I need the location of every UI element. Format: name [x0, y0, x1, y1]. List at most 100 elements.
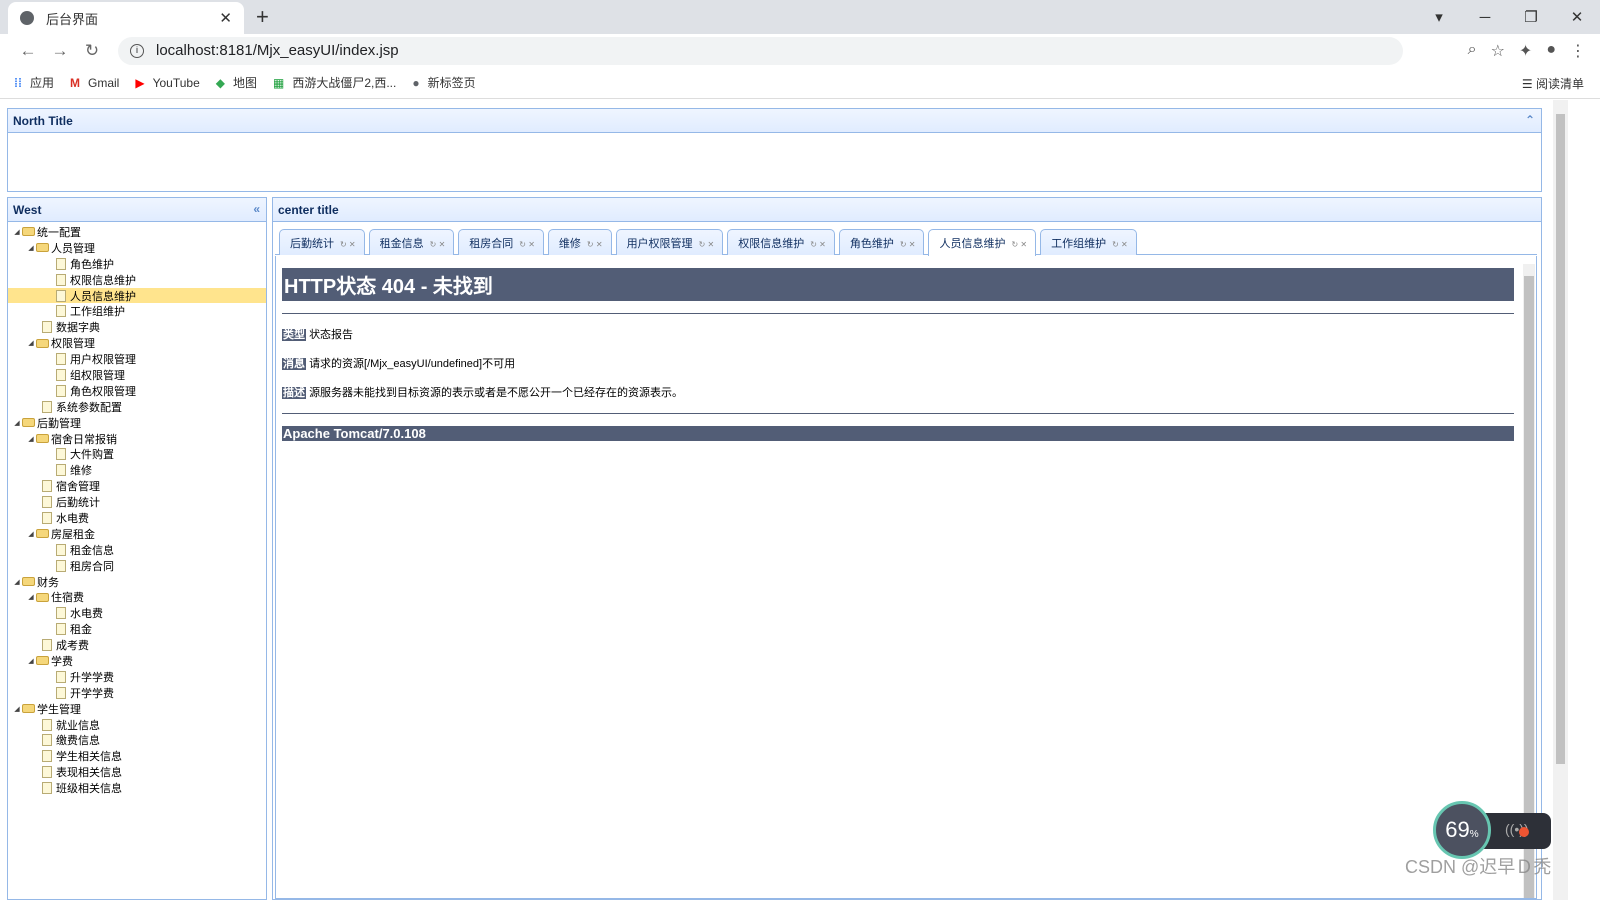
tree-node[interactable]: 缴费信息	[8, 733, 266, 749]
tree-node[interactable]: 用户权限管理	[8, 351, 266, 367]
profile-icon[interactable]: ●	[1546, 41, 1556, 61]
bookmark-label: 应用	[30, 76, 55, 90]
tab[interactable]: 权限信息维护 ↻ ✕	[727, 229, 835, 255]
tree-node[interactable]: 班级相关信息	[8, 780, 266, 796]
reading-list[interactable]: ☰ 阅读清单	[1522, 75, 1584, 92]
url-text[interactable]: localhost:8181/Mjx_easyUI/index.jsp	[156, 42, 399, 59]
tree-node[interactable]: ◢ 权限管理	[8, 335, 266, 351]
tree-node[interactable]: ◢ 宿舍日常报销	[8, 431, 266, 447]
wifi-off-icon: ((•))	[1505, 821, 1529, 837]
expand-arrow-icon[interactable]: ◢	[12, 578, 22, 586]
new-tab-button[interactable]: +	[256, 4, 269, 30]
tree-node-label: 水电费	[56, 512, 89, 525]
tree-node[interactable]: ◢ 统一配置	[8, 224, 266, 240]
collapse-up-icon[interactable]: ⌃	[1525, 113, 1535, 127]
tree-node[interactable]: 升学学费	[8, 669, 266, 685]
tab-refresh-close-icons[interactable]: ↻ ✕	[340, 240, 356, 249]
tree-node[interactable]: 就业信息	[8, 717, 266, 733]
tab-refresh-close-icons[interactable]: ↻ ✕	[1112, 240, 1128, 249]
tree-node[interactable]: ◢ 后勤管理	[8, 415, 266, 431]
expand-arrow-icon[interactable]: ◢	[26, 530, 36, 538]
close-tab-icon[interactable]: ✕	[219, 9, 232, 27]
tree-node[interactable]: 成考费	[8, 637, 266, 653]
forward-button[interactable]: →	[44, 41, 76, 61]
tree-node[interactable]: 开学学费	[8, 685, 266, 701]
expand-arrow-icon[interactable]: ◢	[12, 705, 22, 713]
globe-icon	[20, 11, 34, 25]
tab-refresh-close-icons[interactable]: ↻ ✕	[900, 240, 916, 249]
tab-refresh-close-icons[interactable]: ↻ ✕	[699, 240, 715, 249]
restore-button[interactable]: ❐	[1508, 8, 1554, 26]
tab-search-icon[interactable]: ▾	[1416, 8, 1462, 26]
expand-arrow-icon[interactable]: ◢	[26, 435, 36, 443]
tab-refresh-close-icons[interactable]: ↻ ✕	[587, 240, 603, 249]
minimize-button[interactable]: ─	[1462, 9, 1508, 26]
tree-node[interactable]: ◢ 房屋租金	[8, 526, 266, 542]
tab[interactable]: 用户权限管理 ↻ ✕	[615, 229, 724, 255]
zoom-icon[interactable]: ⌕	[1468, 41, 1477, 61]
tab[interactable]: 工作组维护 ↻ ✕	[1040, 229, 1137, 255]
bookmark-gmail[interactable]: M Gmail	[70, 76, 119, 90]
tree-node[interactable]: 大件购置	[8, 446, 266, 462]
tree-node-label: 统一配置	[37, 226, 81, 239]
reload-button[interactable]: ↻	[76, 41, 108, 61]
back-button[interactable]: ←	[12, 41, 44, 61]
expand-arrow-icon[interactable]: ◢	[26, 339, 36, 347]
tree-node[interactable]: ◢ 财务	[8, 574, 266, 590]
extensions-icon[interactable]: ✦	[1519, 41, 1532, 61]
expand-arrow-icon[interactable]: ◢	[26, 657, 36, 665]
tree-node[interactable]: 组权限管理	[8, 367, 266, 383]
bookmark-star-icon[interactable]: ☆	[1491, 41, 1505, 61]
tree-node[interactable]: ◢ 学生管理	[8, 701, 266, 717]
bookmark-game[interactable]: ▦ 西游大战僵尸2,西...	[273, 74, 396, 91]
tab[interactable]: 租房合同 ↻ ✕	[458, 229, 544, 255]
tree-node[interactable]: 水电费	[8, 605, 266, 621]
tree-node[interactable]: ◢ 住宿费	[8, 589, 266, 605]
expand-arrow-icon[interactable]: ◢	[26, 244, 36, 252]
bookmark-maps[interactable]: ◆ 地图	[216, 74, 257, 91]
tree-node[interactable]: 租房合同	[8, 558, 266, 574]
tree-node[interactable]: 水电费	[8, 510, 266, 526]
tab-refresh-close-icons[interactable]: ↻ ✕	[810, 240, 826, 249]
tree-node[interactable]: 权限信息维护	[8, 272, 266, 288]
address-bar[interactable]: i localhost:8181/Mjx_easyUI/index.jsp	[118, 36, 1403, 65]
info-icon[interactable]: i	[130, 43, 144, 58]
tab[interactable]: 人员信息维护 ↻ ✕	[928, 229, 1037, 256]
tab[interactable]: 维修 ↻ ✕	[547, 229, 612, 255]
tree-node[interactable]: 学生相关信息	[8, 748, 266, 764]
tree-node[interactable]: 角色维护	[8, 256, 266, 272]
tree-node[interactable]: ◢ 学费	[8, 653, 266, 669]
tree-node[interactable]: 角色权限管理	[8, 383, 266, 399]
tree-node[interactable]: 系统参数配置	[8, 399, 266, 415]
tab-refresh-close-icons[interactable]: ↻ ✕	[430, 240, 446, 249]
tab[interactable]: 后勤统计 ↻ ✕	[279, 229, 365, 255]
tree-node[interactable]: 人员信息维护	[8, 287, 266, 304]
browser-tab[interactable]: 后台界面 ✕	[8, 2, 244, 34]
tree-node[interactable]: 租金信息	[8, 542, 266, 558]
tree-node-label: 人员管理	[51, 242, 95, 255]
tree-node[interactable]: ◢ 人员管理	[8, 240, 266, 256]
expand-arrow-icon[interactable]: ◢	[26, 593, 36, 601]
tab-refresh-close-icons[interactable]: ↻ ✕	[519, 240, 535, 249]
collapse-left-icon[interactable]: «	[253, 202, 260, 216]
page-scrollbar[interactable]	[1553, 100, 1568, 900]
bookmark-apps[interactable]: ⁞⁞ 应用	[14, 74, 54, 91]
tab[interactable]: 租金信息 ↻ ✕	[368, 229, 455, 255]
tree-node[interactable]: 宿舍管理	[8, 478, 266, 494]
tab-refresh-close-icons[interactable]: ↻ ✕	[1011, 240, 1027, 249]
expand-arrow-icon[interactable]: ◢	[12, 419, 22, 427]
tree-node[interactable]: 表现相关信息	[8, 764, 266, 780]
expand-arrow-icon[interactable]: ◢	[12, 228, 22, 236]
bookmark-youtube[interactable]: ▶ YouTube	[135, 76, 199, 90]
menu-icon[interactable]: ⋮	[1570, 41, 1586, 61]
tree-node[interactable]: 工作组维护	[8, 303, 266, 319]
tree-node[interactable]: 租金	[8, 621, 266, 637]
tree-node[interactable]: 数据字典	[8, 319, 266, 335]
tab-content: HTTP状态 404 - 未找到 类型 状态报告 消息 请求的资源[/Mjx_e…	[275, 256, 1537, 899]
bookmark-newtab[interactable]: ● 新标签页	[412, 74, 475, 91]
tab[interactable]: 角色维护 ↻ ✕	[838, 229, 925, 255]
tree-node[interactable]: 后勤统计	[8, 494, 266, 510]
close-window-button[interactable]: ✕	[1554, 8, 1600, 26]
tree-node[interactable]: 维修	[8, 462, 266, 478]
network-speed-widget[interactable]: 69% ((•))	[1433, 801, 1551, 859]
